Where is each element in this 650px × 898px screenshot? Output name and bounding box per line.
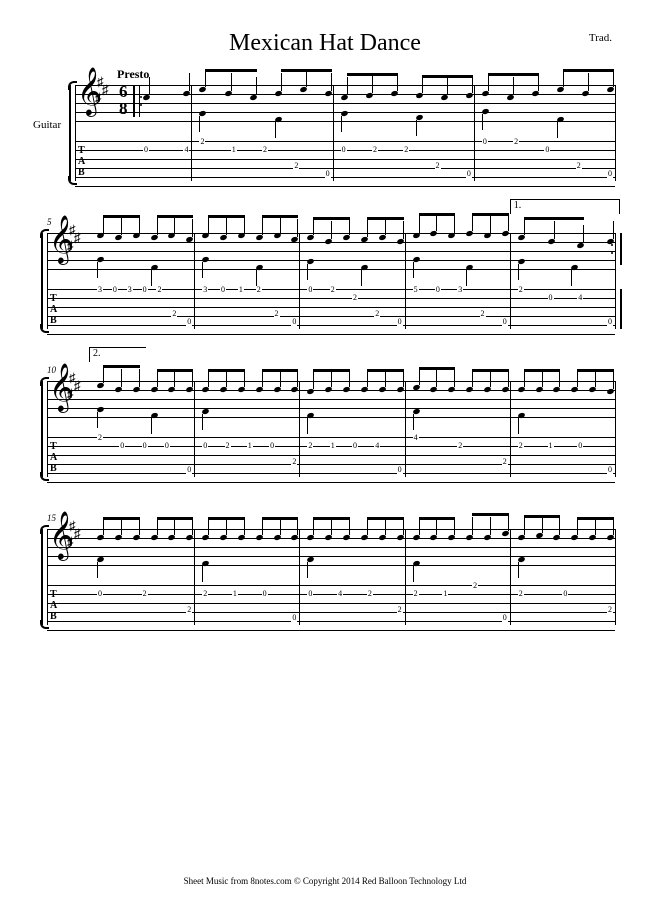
barline — [47, 233, 48, 329]
tab-staff: TAB04212200222002020 — [75, 141, 615, 181]
barline — [299, 381, 300, 477]
barline — [405, 529, 406, 625]
tab-staff: TAB2000002102210404222100 — [47, 437, 615, 477]
key-signature: ♯♯♯ — [97, 79, 107, 103]
barline — [194, 233, 195, 329]
barline — [191, 85, 192, 181]
page-title: Mexican Hat Dance — [35, 30, 615, 57]
staff-system: 5𝄞♯♯♯1. TAB303022030122002220503202040 — [35, 233, 615, 329]
barline — [299, 529, 300, 625]
footer-copyright: Sheet Music from 8notes.com © Copyright … — [0, 876, 650, 886]
barline — [615, 233, 622, 265]
treble-staff: 5𝄞♯♯♯1. — [47, 233, 615, 265]
instrument-label: Guitar — [33, 119, 61, 131]
barline — [510, 529, 511, 625]
tab-staff: TAB022210004222120202 — [47, 585, 615, 625]
barline — [405, 381, 406, 477]
barline — [615, 289, 622, 329]
barline — [615, 529, 616, 625]
tab-staff: TAB303022030122002220503202040 — [47, 289, 615, 329]
barline — [75, 85, 76, 181]
barline — [405, 233, 406, 329]
barline — [510, 233, 511, 329]
key-signature: ♯♯♯ — [69, 227, 79, 251]
barline — [194, 381, 195, 477]
barline — [615, 381, 616, 477]
tab-clef: TAB — [78, 145, 85, 178]
tab-clef: TAB — [50, 293, 57, 326]
barline — [510, 381, 511, 477]
tempo-marking: Presto — [117, 67, 149, 82]
barline — [615, 85, 616, 181]
staff-system: 15𝄞♯♯♯ TAB022210004222120202 — [35, 529, 615, 625]
composer: Trad. — [589, 32, 612, 44]
staff-system: 10𝄞♯♯♯2. TAB2000002102210404222100 — [35, 381, 615, 477]
barline — [474, 85, 475, 181]
tab-clef: TAB — [50, 441, 57, 474]
tab-clef: TAB — [50, 589, 57, 622]
key-signature: ♯♯♯ — [69, 523, 79, 547]
barline — [333, 85, 334, 181]
volta-bracket: 1. — [510, 199, 620, 214]
barline — [47, 381, 48, 477]
time-signature: 68 — [119, 83, 128, 117]
treble-staff: 𝄞♯♯♯68 — [75, 85, 615, 117]
barline — [47, 529, 48, 625]
key-signature: ♯♯♯ — [69, 375, 79, 399]
staff-system: PrestoGuitar𝄞♯♯♯68TAB04212200222002020 — [35, 85, 615, 181]
volta-bracket: 2. — [89, 347, 146, 362]
treble-staff: 10𝄞♯♯♯2. — [47, 381, 615, 413]
barline — [194, 529, 195, 625]
treble-staff: 15𝄞♯♯♯ — [47, 529, 615, 561]
barline — [299, 233, 300, 329]
barline — [615, 233, 616, 329]
